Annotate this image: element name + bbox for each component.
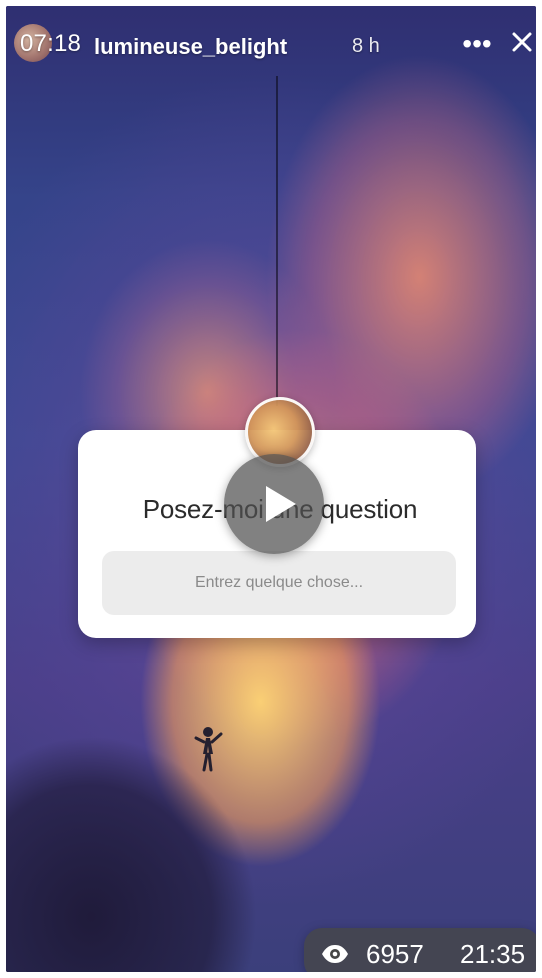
question-answer-input[interactable] xyxy=(102,551,456,615)
video-stats-pill: 6957 21:35 xyxy=(304,928,536,972)
rope-line xyxy=(276,76,278,406)
view-count: 6957 xyxy=(366,939,424,969)
eye-icon xyxy=(320,943,350,965)
close-icon[interactable] xyxy=(508,28,536,56)
play-icon[interactable] xyxy=(224,454,324,554)
person-silhouette xyxy=(194,724,224,772)
cliff-silhouette xyxy=(6,692,286,972)
more-icon[interactable]: ••• xyxy=(461,30,493,58)
video-duration: 21:35 xyxy=(460,939,526,969)
story-frame: 07:18 lumineuse_belight 8 h ••• Posez-mo… xyxy=(6,6,536,972)
